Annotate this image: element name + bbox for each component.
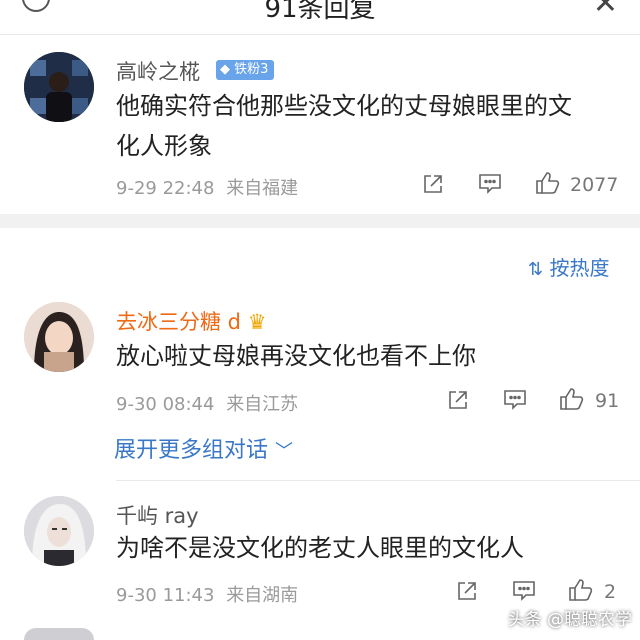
share-icon[interactable]: [456, 580, 478, 606]
comment-text: 放心啦丈母娘再没文化也看不上你: [116, 342, 476, 370]
username[interactable]: 高岭之椛: [116, 56, 200, 86]
comment-text-line: 化人形象: [116, 132, 212, 160]
like-icon[interactable]: [559, 387, 585, 415]
expand-conversation-link[interactable]: 展开更多组对话 ﹀: [114, 432, 293, 464]
comment-icon[interactable]: [503, 389, 527, 415]
comment-icon[interactable]: [512, 580, 536, 606]
avatar[interactable]: [24, 628, 94, 640]
avatar[interactable]: [24, 52, 94, 122]
like-icon[interactable]: [535, 171, 561, 199]
share-icon[interactable]: [447, 389, 469, 415]
like-icon[interactable]: [568, 578, 594, 606]
fan-badge-label: 铁粉3: [234, 62, 269, 77]
sort-icon: ⇅: [528, 259, 544, 280]
comment-location: 来自江苏: [226, 394, 299, 415]
watermark: 头条 @聪聪农学: [507, 610, 632, 630]
divider: [116, 480, 640, 481]
page-title: 91条回复: [264, 0, 376, 24]
fan-badge: ◆ 铁粉3: [216, 60, 275, 80]
username-text: 去冰三分糖 d: [116, 310, 242, 334]
avatar[interactable]: [24, 302, 94, 372]
username[interactable]: 千屿 ray: [116, 500, 199, 530]
chevron-down-icon: ﹀: [275, 441, 294, 462]
comment-text: 为啥不是没文化的老丈人眼里的文化人: [116, 534, 524, 562]
username[interactable]: 去冰三分糖 d ♛: [116, 306, 267, 336]
comment-meta: 9-30 08:44 来自江苏: [116, 390, 298, 416]
comment-meta: 9-29 22:48 来自福建: [116, 174, 298, 200]
top-bar: 91条回复 ✕: [0, 0, 640, 35]
section-divider: [0, 214, 640, 228]
crown-icon: ♛: [247, 310, 267, 334]
avatar-image: [24, 52, 94, 122]
close-icon[interactable]: ✕: [593, 0, 618, 21]
comment-meta: 9-30 11:43 来自湖南: [116, 581, 298, 607]
comment-icon[interactable]: [478, 173, 502, 199]
like-count: 2: [604, 581, 617, 603]
share-icon[interactable]: [422, 173, 444, 199]
comment-location: 来自湖南: [226, 585, 299, 606]
comment-location: 来自福建: [226, 178, 299, 199]
like-count: 2077: [570, 174, 619, 196]
comment-date: 9-30 11:43: [116, 585, 215, 606]
comment-date: 9-29 22:48: [116, 178, 215, 199]
avatar-image: [24, 302, 94, 372]
comment-text-line: 他确实符合他那些没文化的丈母娘眼里的文: [116, 92, 572, 120]
comment-date: 9-30 08:44: [116, 394, 215, 415]
sort-by-hot-button[interactable]: ⇅ 按热度: [528, 252, 609, 281]
avatar[interactable]: [24, 496, 94, 566]
avatar-image: [24, 496, 94, 566]
like-count: 91: [595, 390, 620, 412]
comment-text: 他确实符合他那些没文化的丈母娘眼里的文 化人形象: [116, 86, 626, 166]
sort-label: 按热度: [549, 256, 610, 280]
expand-label: 展开更多组对话: [114, 438, 269, 463]
